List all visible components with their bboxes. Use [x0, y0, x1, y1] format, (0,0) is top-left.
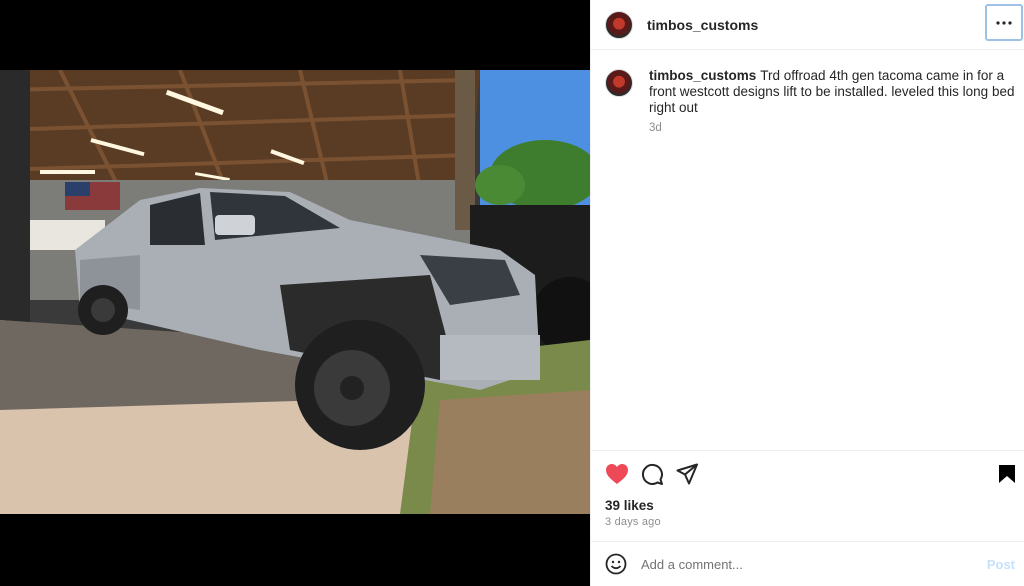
share-icon[interactable]: [676, 463, 698, 485]
more-options-button[interactable]: [985, 4, 1023, 41]
truck-photo: [0, 70, 590, 514]
more-options-icon: [996, 20, 1012, 25]
caption-text: timbos_customs Trd offroad 4th gen tacoma…: [649, 68, 1015, 116]
instagram-post: timbos_customs timbos_customs Trd offroad…: [0, 0, 1024, 586]
comment-input[interactable]: [641, 556, 971, 572]
post-comment-button[interactable]: Post: [987, 557, 1015, 572]
caption-timestamp[interactable]: 3d: [649, 122, 1015, 134]
comment-icon[interactable]: [641, 463, 663, 485]
caption-username[interactable]: timbos_customs: [649, 68, 756, 83]
action-bar: [591, 450, 1024, 496]
bookmark-icon[interactable]: [998, 464, 1016, 484]
avatar[interactable]: [605, 10, 633, 39]
likes-count[interactable]: 39 likes: [605, 498, 654, 513]
post-photo[interactable]: [0, 70, 590, 514]
comment-bar: Post: [591, 541, 1024, 586]
caption-body: timbos_customs Trd offroad 4th gen tacoma…: [649, 68, 1015, 134]
heart-icon[interactable]: [605, 463, 629, 485]
caption-avatar[interactable]: [605, 69, 633, 97]
post-date[interactable]: 3 days ago: [605, 516, 661, 528]
post-caption: timbos_customs Trd offroad 4th gen tacoma…: [605, 68, 1015, 134]
post-side-panel: timbos_customs timbos_customs Trd offroad…: [590, 0, 1024, 586]
post-header: timbos_customs: [591, 0, 1024, 50]
emoji-icon[interactable]: [605, 553, 627, 575]
header-username[interactable]: timbos_customs: [647, 17, 758, 33]
post-media: [0, 0, 590, 586]
